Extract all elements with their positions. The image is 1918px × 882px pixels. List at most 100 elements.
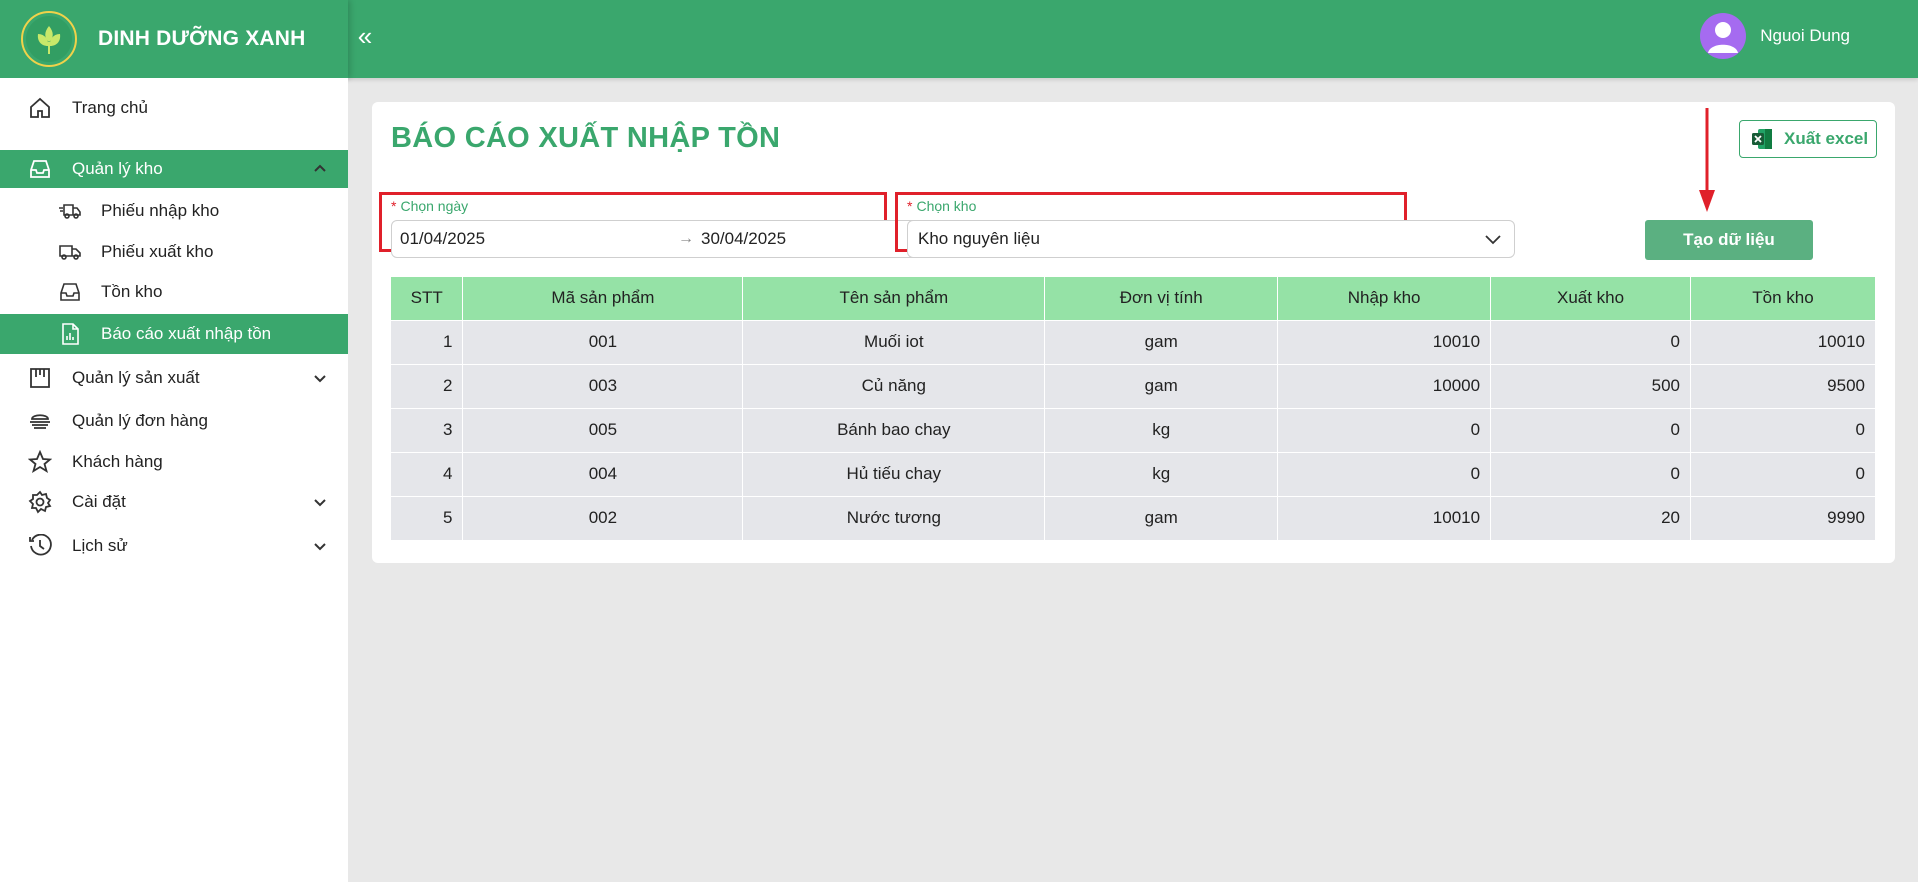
home-icon bbox=[30, 97, 50, 118]
cell-stt: 5 bbox=[391, 495, 464, 540]
sidebar-item-inventory[interactable]: Tồn kho bbox=[0, 272, 348, 312]
sidebar: Trang chủ Quản lý kho Phiếu nhập kho Phi… bbox=[0, 78, 348, 882]
orders-icon bbox=[30, 414, 50, 429]
sidebar-item-import-slip[interactable]: Phiếu nhập kho bbox=[0, 191, 348, 231]
cell-import: 0 bbox=[1277, 451, 1492, 496]
table-row: 4 004 Hủ tiếu chay kg 0 0 0 bbox=[391, 451, 1876, 496]
chevron-down-icon bbox=[1485, 235, 1501, 245]
create-data-button[interactable]: Tạo dữ liệu bbox=[1645, 220, 1813, 260]
cell-export: 0 bbox=[1490, 451, 1691, 496]
cell-product-code: 001 bbox=[462, 319, 744, 364]
cell-product-name: Bánh bao chay bbox=[742, 407, 1046, 452]
cell-stt: 3 bbox=[391, 407, 464, 452]
store-select-value: Kho nguyên liệu bbox=[918, 229, 1040, 248]
sidebar-item-label: Báo cáo xuất nhập tồn bbox=[101, 324, 272, 343]
sidebar-item-export-slip[interactable]: Phiếu xuất kho bbox=[0, 232, 348, 272]
sidebar-item-label: Quản lý sản xuất bbox=[72, 368, 200, 387]
report-icon bbox=[62, 323, 79, 345]
cell-export: 500 bbox=[1490, 363, 1691, 408]
sidebar-item-home[interactable]: Trang chủ bbox=[0, 88, 348, 128]
sidebar-item-orders[interactable]: Quản lý đơn hàng bbox=[0, 401, 348, 441]
sidebar-item-label: Phiếu xuất kho bbox=[101, 242, 214, 261]
top-header: DINH DƯỠNG XANH « Nguoi Dung bbox=[0, 0, 1918, 78]
cell-export: 20 bbox=[1490, 495, 1691, 540]
cell-export: 0 bbox=[1490, 319, 1691, 364]
report-table: STT Mã sản phẩm Tên sản phẩm Đơn vị tính… bbox=[391, 277, 1876, 540]
export-excel-button[interactable]: Xuất excel bbox=[1739, 120, 1877, 158]
cell-product-name: Hủ tiếu chay bbox=[742, 451, 1046, 496]
sidebar-item-history[interactable]: Lịch sử bbox=[0, 526, 348, 566]
sidebar-item-label: Khách hàng bbox=[72, 452, 163, 471]
store-select[interactable]: Kho nguyên liệu bbox=[907, 220, 1515, 258]
cell-unit: gam bbox=[1044, 319, 1279, 364]
cell-product-name: Muối iot bbox=[742, 319, 1046, 364]
cell-stt: 2 bbox=[391, 363, 464, 408]
user-menu[interactable]: Nguoi Dung bbox=[1700, 13, 1850, 59]
cell-product-name: Nước tương bbox=[742, 495, 1046, 540]
annotation-arrow-icon bbox=[1699, 108, 1715, 212]
column-header-unit: Đơn vị tính bbox=[1044, 277, 1279, 320]
sidebar-item-report[interactable]: Báo cáo xuất nhập tồn bbox=[0, 314, 348, 354]
user-icon bbox=[1708, 22, 1739, 53]
sidebar-item-settings[interactable]: Cài đặt bbox=[0, 482, 348, 522]
chevron-down-icon bbox=[314, 375, 326, 383]
cell-export: 0 bbox=[1490, 407, 1691, 452]
date-separator: → bbox=[678, 230, 694, 247]
cell-unit: gam bbox=[1044, 495, 1279, 540]
cell-stt: 1 bbox=[391, 319, 464, 364]
column-header-stt: STT bbox=[391, 277, 464, 320]
cell-unit: gam bbox=[1044, 363, 1279, 408]
cell-import: 10000 bbox=[1277, 363, 1492, 408]
date-field-label: * Chọn ngày bbox=[391, 198, 468, 214]
page-title: BÁO CÁO XUẤT NHẬP TỒN bbox=[391, 122, 781, 154]
sidebar-item-label: Tồn kho bbox=[101, 282, 163, 301]
date-field-label-text: Chọn ngày bbox=[400, 198, 469, 214]
table-row: 2 003 Củ năng gam 10000 500 9500 bbox=[391, 363, 1876, 408]
sidebar-item-label: Quản lý đơn hàng bbox=[72, 411, 208, 430]
start-date-input[interactable]: 01/04/2025 bbox=[400, 229, 485, 249]
cell-product-code: 004 bbox=[462, 451, 744, 496]
truck-fast-icon bbox=[59, 204, 81, 219]
user-name: Nguoi Dung bbox=[1760, 26, 1850, 45]
factory-icon bbox=[30, 368, 50, 388]
table-row: 5 002 Nước tương gam 10010 20 9990 bbox=[391, 495, 1876, 540]
cell-import: 10010 bbox=[1277, 319, 1492, 364]
store-field-label: * Chọn kho bbox=[907, 198, 976, 214]
star-icon bbox=[28, 450, 52, 473]
brand-name: DINH DƯỠNG XANH bbox=[98, 27, 306, 50]
excel-icon bbox=[1752, 129, 1772, 149]
report-card: BÁO CÁO XUẤT NHẬP TỒN Xuất excel * Chọn n… bbox=[372, 102, 1895, 563]
cell-import: 10010 bbox=[1277, 495, 1492, 540]
inbox-icon bbox=[60, 283, 80, 301]
store-field-label-text: Chọn kho bbox=[916, 198, 977, 214]
column-header-export: Xuất kho bbox=[1490, 277, 1691, 320]
end-date-input[interactable]: 30/04/2025 bbox=[701, 229, 786, 249]
table-header-row: STT Mã sản phẩm Tên sản phẩm Đơn vị tính… bbox=[391, 277, 1876, 320]
cell-product-code: 005 bbox=[462, 407, 744, 452]
cell-product-code: 003 bbox=[462, 363, 744, 408]
cell-stock: 0 bbox=[1690, 451, 1876, 496]
avatar bbox=[1700, 13, 1747, 59]
cell-unit: kg bbox=[1044, 451, 1279, 496]
table-row: 1 001 Muối iot gam 10010 0 10010 bbox=[391, 319, 1876, 364]
column-header-import: Nhập kho bbox=[1277, 277, 1492, 320]
chevron-down-icon bbox=[314, 543, 326, 551]
leaf-logo-icon bbox=[21, 11, 77, 67]
chevron-up-icon bbox=[314, 164, 326, 172]
sidebar-item-production[interactable]: Quản lý sản xuất bbox=[0, 358, 348, 398]
required-mark: * bbox=[907, 198, 913, 214]
sidebar-item-customers[interactable]: Khách hàng bbox=[0, 442, 348, 482]
sidebar-item-label: Phiếu nhập kho bbox=[101, 201, 220, 220]
column-header-product-name: Tên sản phẩm bbox=[742, 277, 1046, 320]
gear-icon bbox=[28, 490, 52, 514]
column-header-product-code: Mã sản phẩm bbox=[462, 277, 744, 320]
table-row: 3 005 Bánh bao chay kg 0 0 0 bbox=[391, 407, 1876, 452]
truck-icon bbox=[59, 245, 81, 260]
cell-product-code: 002 bbox=[462, 495, 744, 540]
cell-stock: 0 bbox=[1690, 407, 1876, 452]
collapse-sidebar-button[interactable]: « bbox=[350, 22, 380, 52]
brand: DINH DƯỠNG XANH bbox=[0, 0, 348, 78]
export-excel-label: Xuất excel bbox=[1784, 129, 1869, 148]
sidebar-item-warehouse[interactable]: Quản lý kho bbox=[0, 150, 348, 188]
history-icon bbox=[29, 534, 52, 556]
